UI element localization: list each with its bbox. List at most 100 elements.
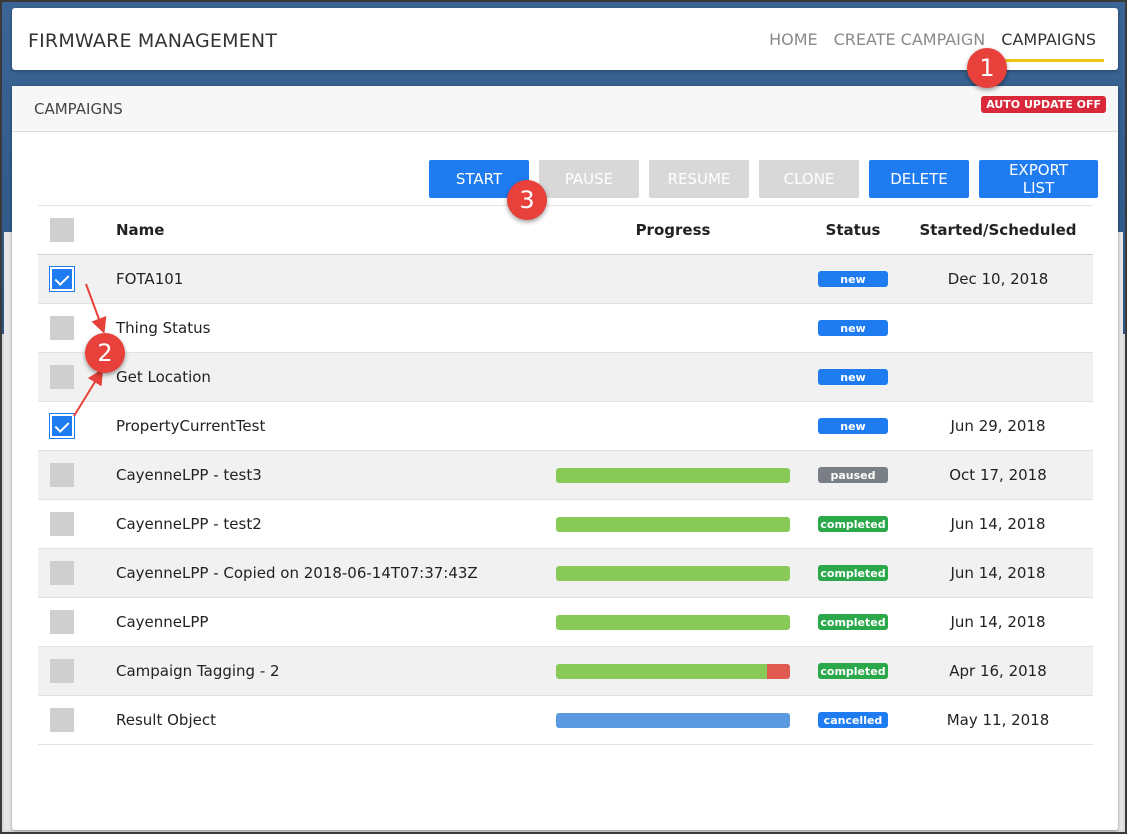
started-scheduled-date: Apr 16, 2018 [949, 662, 1047, 680]
campaigns-card: CAMPAIGNS AUTO UPDATE OFF START PAUSE RE… [12, 86, 1118, 830]
table-row[interactable]: CayenneLPP - test2 completed Jun 14, 2018 [38, 500, 1093, 549]
header-started-scheduled[interactable]: Started/Scheduled [918, 206, 1078, 254]
row-checkbox[interactable] [49, 266, 75, 292]
pause-button[interactable]: PAUSE [539, 160, 639, 198]
header-status[interactable]: Status [810, 206, 896, 254]
campaigns-table: Name Progress Status Started/Scheduled F… [38, 205, 1093, 745]
table-row[interactable]: Campaign Tagging - 2 completed Apr 16, 201… [38, 647, 1093, 696]
status-badge: new [818, 271, 888, 287]
started-scheduled-date: Dec 10, 2018 [947, 270, 1049, 288]
table-row[interactable]: Result Object cancelled May 11, 2018 [38, 696, 1093, 745]
nav-campaigns[interactable]: CAMPAIGNS [993, 8, 1104, 62]
row-checkbox[interactable] [50, 512, 74, 536]
progress-cell [556, 500, 790, 548]
annotation-marker-3: 3 [507, 180, 547, 220]
header-name[interactable]: Name [116, 206, 556, 254]
row-checkbox[interactable] [49, 413, 75, 439]
progress-cell [556, 598, 790, 646]
row-checkbox[interactable] [50, 316, 74, 340]
started-scheduled-date [918, 304, 1078, 352]
status-badge: new [818, 369, 888, 385]
campaign-name[interactable]: Campaign Tagging - 2 [116, 647, 556, 695]
started-scheduled-date: Jun 14, 2018 [950, 515, 1046, 533]
window-frame: FIRMWARE MANAGEMENT HOME CREATE CAMPAIGN… [0, 0, 1127, 834]
progress-segment-success [556, 663, 767, 679]
table-row[interactable]: CayenneLPP completed Jun 14, 2018 [38, 598, 1093, 647]
select-all-checkbox[interactable] [50, 218, 74, 242]
progress-cell [556, 304, 790, 352]
progress-bar [556, 614, 790, 630]
status-badge: completed [818, 565, 888, 581]
annotation-marker-1: 1 [967, 48, 1007, 88]
status-badge: completed [818, 614, 888, 630]
table-row[interactable]: Thing Status new [38, 304, 1093, 353]
main-nav: HOME CREATE CAMPAIGN CAMPAIGNS [761, 8, 1104, 70]
campaign-name[interactable]: CayenneLPP - Copied on 2018-06-14T07:37:… [116, 549, 556, 597]
annotation-marker-2: 2 [85, 333, 125, 373]
progress-segment-success [556, 467, 790, 483]
progress-segment-failed [766, 663, 790, 679]
row-checkbox[interactable] [50, 610, 74, 634]
status-badge: cancelled [818, 712, 888, 728]
campaign-name[interactable]: Get Location [116, 353, 556, 401]
status-badge: completed [818, 663, 888, 679]
started-scheduled-date: Jun 14, 2018 [950, 613, 1046, 631]
progress-segment-success [556, 614, 790, 630]
progress-cell [556, 647, 790, 695]
row-checkbox[interactable] [50, 365, 74, 389]
delete-button[interactable]: DELETE [869, 160, 969, 198]
campaign-name[interactable]: CayenneLPP - test3 [116, 451, 556, 499]
started-scheduled-date: Jun 14, 2018 [950, 564, 1046, 582]
status-badge: completed [818, 516, 888, 532]
resume-button[interactable]: RESUME [649, 160, 749, 198]
progress-cell [556, 451, 790, 499]
table-row[interactable]: CayenneLPP - Copied on 2018-06-14T07:37:… [38, 549, 1093, 598]
card-header: CAMPAIGNS AUTO UPDATE OFF [12, 86, 1118, 132]
progress-segment-success [556, 565, 790, 581]
progress-cell [556, 255, 790, 303]
progress-bar [556, 516, 790, 532]
progress-cell [556, 402, 790, 450]
campaign-name[interactable]: CayenneLPP [116, 598, 556, 646]
progress-bar [556, 712, 790, 728]
export-list-button[interactable]: EXPORT LIST [979, 160, 1098, 198]
row-checkbox[interactable] [50, 463, 74, 487]
table-row[interactable]: PropertyCurrentTest new Jun 29, 2018 [38, 402, 1093, 451]
row-checkbox[interactable] [50, 708, 74, 732]
row-checkbox[interactable] [50, 561, 74, 585]
started-scheduled-date: May 11, 2018 [946, 711, 1050, 729]
progress-bar [556, 663, 790, 679]
progress-segment-success [556, 516, 790, 532]
status-badge: new [818, 418, 888, 434]
started-scheduled-date: Jun 29, 2018 [950, 417, 1046, 435]
table-row[interactable]: CayenneLPP - test3 paused Oct 17, 2018 [38, 451, 1093, 500]
started-scheduled-date: Oct 17, 2018 [949, 466, 1047, 484]
progress-cell [556, 549, 790, 597]
started-scheduled-date [918, 353, 1078, 401]
campaign-name[interactable]: PropertyCurrentTest [116, 402, 556, 450]
nav-create-campaign[interactable]: CREATE CAMPAIGN [826, 8, 994, 62]
row-checkbox[interactable] [50, 659, 74, 683]
progress-bar [556, 565, 790, 581]
progress-cell [556, 353, 790, 401]
nav-home[interactable]: HOME [761, 8, 826, 62]
app-title: FIRMWARE MANAGEMENT [28, 30, 278, 52]
campaign-name[interactable]: CayenneLPP - test2 [116, 500, 556, 548]
progress-bar [556, 467, 790, 483]
auto-update-badge[interactable]: AUTO UPDATE OFF [981, 96, 1106, 113]
table-row[interactable]: FOTA101 new Dec 10, 2018 [38, 255, 1093, 304]
progress-cell [556, 696, 790, 744]
campaign-name[interactable]: Thing Status [116, 304, 556, 352]
progress-segment-cancelled [556, 712, 790, 728]
top-navbar: FIRMWARE MANAGEMENT HOME CREATE CAMPAIGN… [12, 8, 1118, 70]
campaign-name[interactable]: FOTA101 [116, 255, 556, 303]
card-title: CAMPAIGNS [34, 100, 123, 118]
clone-button[interactable]: CLONE [759, 160, 859, 198]
header-progress[interactable]: Progress [556, 206, 790, 254]
status-badge: new [818, 320, 888, 336]
status-badge: paused [818, 467, 888, 483]
table-body: FOTA101 new Dec 10, 2018 Thing Status new Get… [38, 255, 1093, 745]
campaign-name[interactable]: Result Object [116, 696, 556, 744]
table-header: Name Progress Status Started/Scheduled [38, 205, 1093, 255]
table-row[interactable]: Get Location new [38, 353, 1093, 402]
